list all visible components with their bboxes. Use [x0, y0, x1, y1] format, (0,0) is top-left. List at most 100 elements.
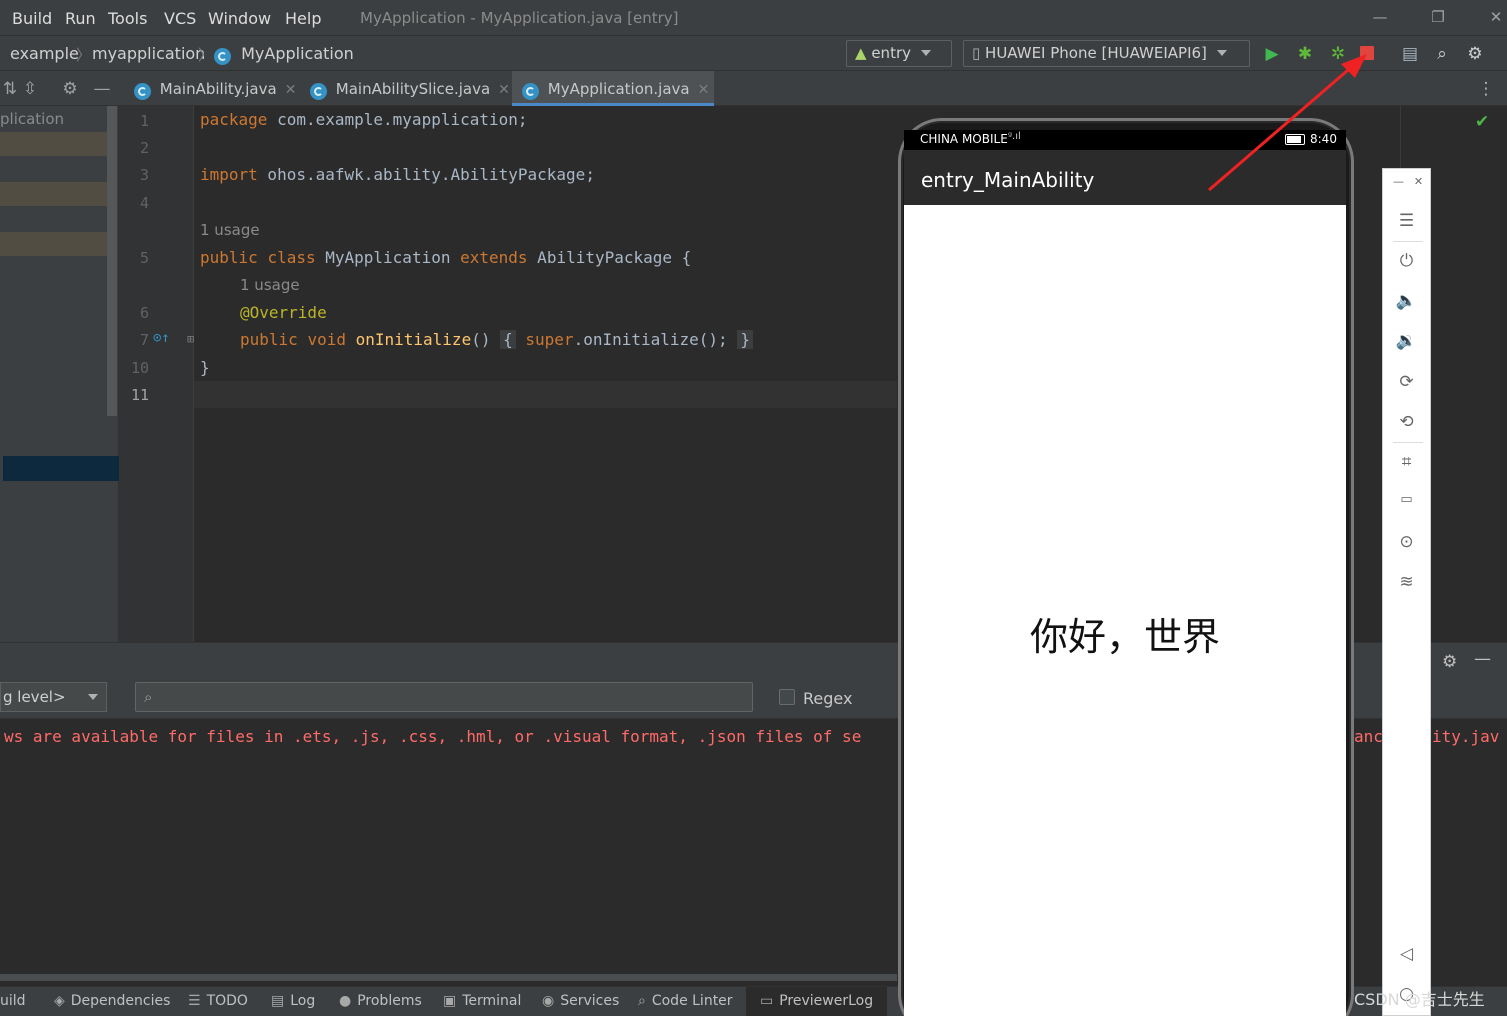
menu-bar: Build Run Tools VCS Window Help MyApplic…	[0, 0, 1507, 36]
tab-mainability[interactable]: MainAbility.java ✕	[124, 71, 299, 106]
gear-icon[interactable]: ⚙	[1442, 652, 1457, 672]
close-icon[interactable]: ✕	[1395, 175, 1442, 188]
close-tab-icon[interactable]: ✕	[698, 82, 710, 98]
tool-window-terminal[interactable]: ▣ Terminal	[443, 993, 521, 1009]
menu-build[interactable]: Build	[12, 9, 52, 28]
search-icon[interactable]: ⌕	[1432, 44, 1452, 64]
tab-label: MainAbility.java	[159, 80, 277, 98]
back-icon[interactable]: ◁	[1383, 944, 1430, 964]
menu-run[interactable]: Run	[65, 9, 96, 28]
menu-help[interactable]: Help	[285, 9, 321, 28]
hide-panel-icon[interactable]: —	[1474, 649, 1491, 669]
log-message-tail: ity.jav	[1432, 727, 1500, 746]
collapse-icon[interactable]: ⇅	[0, 79, 20, 99]
log-search-input[interactable]: ⌕	[135, 682, 753, 712]
tool-window-log[interactable]: ▤ Log	[271, 993, 315, 1009]
tool-window-services[interactable]: ◉ Services	[542, 993, 619, 1009]
terminal-icon: ▣	[443, 993, 457, 1009]
more-options-icon[interactable]: ⋮	[1476, 79, 1496, 99]
signal-icon: ᵍ.ıl	[1008, 131, 1021, 142]
hello-world-text: 你好，世界	[1029, 615, 1220, 659]
line-number: 6	[139, 304, 149, 322]
wifi-icon[interactable]: ≋	[1383, 572, 1430, 592]
run-config-select[interactable]: ▲ entry	[846, 40, 952, 67]
line-number: 3	[139, 166, 149, 184]
tool-window-dependencies[interactable]: ◈ Dependencies	[54, 993, 170, 1009]
chevron-down-icon	[921, 50, 931, 56]
tool-window-previewerlog[interactable]: ▭ PreviewerLog	[746, 987, 888, 1016]
breadcrumb-separator: 〉	[198, 46, 214, 64]
code-editor[interactable]: package com.example.myapplication; impor…	[194, 106, 897, 642]
tab-myapplication[interactable]: MyApplication.java ✕	[512, 71, 714, 106]
class-icon	[134, 83, 151, 100]
tool-window-build[interactable]: uild	[0, 993, 26, 1009]
close-tab-icon[interactable]: ✕	[498, 82, 510, 98]
log-level-select[interactable]: g level>	[0, 682, 107, 712]
menu-vcs[interactable]: VCS	[164, 9, 196, 28]
breadcrumb-myapplication[interactable]: myapplication	[92, 44, 205, 63]
battery-icon[interactable]: ▭	[1383, 492, 1430, 507]
log-icon: ▤	[271, 993, 285, 1009]
override-marker-icon[interactable]: ⊙↑	[153, 330, 170, 346]
carrier-label: CHINA MOBILE	[920, 132, 1008, 146]
crop-icon[interactable]: ⌗	[1383, 452, 1430, 472]
minimize-icon[interactable]: —	[1370, 8, 1390, 28]
breadcrumb-myapplication-class[interactable]: MyApplication	[214, 44, 354, 65]
annotation-arrow	[1208, 54, 1367, 192]
log-horizontal-scrollbar[interactable]	[0, 974, 897, 981]
code-line-7: public void onInitialize() { super.onIni…	[240, 330, 753, 349]
check-icon[interactable]: ✔	[1475, 112, 1489, 132]
line-number: 7	[139, 331, 149, 349]
gear-icon[interactable]: ⚙	[1465, 44, 1485, 64]
list-icon: ☰	[188, 993, 201, 1009]
line-number-gutter: 1 2 3 4 5 6 7 ⊙↑ ⊞ 10 11	[119, 106, 194, 642]
log-level-label: g level>	[3, 688, 66, 706]
line-number-current: 11	[130, 386, 149, 404]
volume-down-icon[interactable]: 🔉	[1383, 331, 1430, 351]
collapse-all-icon[interactable]: ⇳	[20, 79, 40, 99]
search-icon: ⌕	[638, 993, 646, 1009]
phone-icon: ▯	[972, 44, 981, 62]
module-icon: ▲	[855, 44, 867, 62]
menu-tools[interactable]: Tools	[108, 9, 147, 28]
line-number: 1	[139, 112, 149, 130]
code-line-5: public class MyApplication extends Abili…	[200, 248, 692, 267]
line-number: 2	[139, 139, 149, 157]
project-scrollbar[interactable]	[107, 106, 117, 416]
selected-row[interactable]	[3, 456, 119, 481]
tool-window-todo[interactable]: ☰ TODO	[188, 993, 248, 1009]
separator	[1393, 241, 1423, 242]
code-line-10: }	[200, 358, 210, 377]
close-tab-icon[interactable]: ✕	[285, 82, 297, 98]
tool-window-problems[interactable]: ● Problems	[339, 993, 422, 1009]
usage-hint[interactable]: 1 usage	[240, 276, 300, 294]
highlighted-row[interactable]	[0, 132, 110, 156]
location-icon[interactable]: ⊙	[1383, 532, 1430, 552]
power-icon[interactable]: ⏻	[1383, 251, 1430, 271]
device-label: HUAWEI Phone [HUAWEIAPI6]	[985, 44, 1207, 62]
highlighted-row[interactable]	[0, 232, 110, 256]
rotate-left-icon[interactable]: ⟲	[1383, 412, 1430, 432]
project-root-label[interactable]: plication	[0, 110, 64, 128]
device-manager-icon[interactable]: ▤	[1400, 44, 1420, 64]
code-line-6: @Override	[240, 303, 327, 322]
menu-window[interactable]: Window	[208, 9, 271, 28]
close-icon[interactable]: ✕	[1486, 8, 1506, 28]
regex-checkbox[interactable]	[779, 689, 795, 705]
restore-icon[interactable]: ❐	[1428, 8, 1448, 28]
tab-mainabilityslice[interactable]: MainAbilitySlice.java ✕	[300, 71, 510, 106]
phone-screen[interactable]: CHINA MOBILE ᵍ.ıl 8:40 entry_MainAbility…	[904, 130, 1346, 1016]
usage-hint[interactable]: 1 usage	[200, 221, 260, 239]
hide-panel-icon[interactable]: —	[92, 79, 112, 99]
code-line-1: package com.example.myapplication;	[200, 110, 528, 129]
chevron-down-icon	[88, 694, 98, 700]
menu-icon[interactable]: ☰	[1383, 211, 1430, 231]
breadcrumb-example[interactable]: example	[10, 44, 79, 63]
run-config-label: entry	[871, 44, 911, 62]
gear-icon[interactable]: ⚙	[60, 79, 80, 99]
rotate-right-icon[interactable]: ⟳	[1383, 372, 1430, 392]
volume-up-icon[interactable]: 🔈	[1383, 291, 1430, 311]
window-title: MyApplication - MyApplication.java [entr…	[360, 9, 679, 27]
tool-window-code-linter[interactable]: ⌕ Code Linter	[638, 993, 733, 1009]
highlighted-row[interactable]	[0, 182, 110, 206]
